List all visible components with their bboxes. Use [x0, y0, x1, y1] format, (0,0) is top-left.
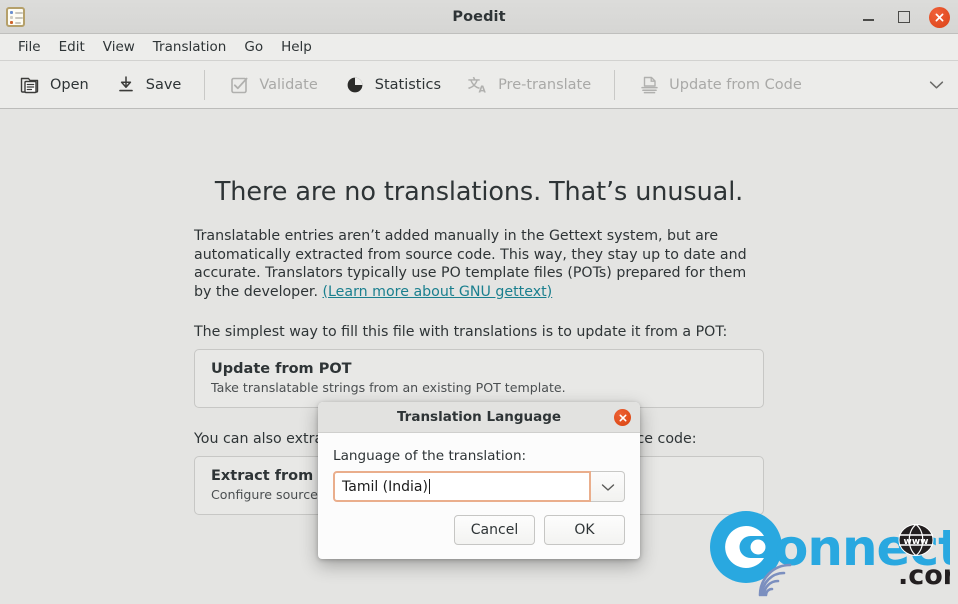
page-title: There are no translations. That’s unusua… [214, 177, 744, 207]
menu-item-help[interactable]: Help [272, 36, 321, 58]
pre-translate-button[interactable]: 文 A Pre-translate [454, 68, 604, 102]
chevron-down-icon [601, 477, 615, 496]
minimize-icon[interactable] [857, 6, 879, 28]
text-caret [428, 479, 430, 494]
update-from-code-button-label: Update from Code [669, 76, 802, 93]
chevron-down-icon [929, 75, 944, 94]
toolbar: Open Save Validate Statistics 文 A Pre-tr… [0, 61, 958, 109]
menu-bar: File Edit View Translation Go Help [0, 34, 958, 61]
window-title: Poedit [452, 8, 506, 25]
statistics-button[interactable]: Statistics [331, 68, 454, 102]
language-dropdown-button[interactable] [591, 471, 625, 502]
gnu-gettext-link[interactable]: (Learn more about GNU gettext) [322, 284, 552, 300]
title-bar: Poedit [0, 0, 958, 34]
language-combobox[interactable]: Tamil (India) [333, 471, 625, 502]
validate-button-label: Validate [259, 76, 318, 93]
dialog-actions: Cancel OK [318, 502, 640, 559]
translation-language-dialog: Translation Language Language of the tra… [318, 402, 640, 559]
menu-item-file[interactable]: File [9, 36, 50, 58]
menu-item-edit[interactable]: Edit [50, 36, 94, 58]
svg-text:.com: .com [898, 560, 950, 591]
ok-button[interactable]: OK [544, 515, 625, 545]
toolbar-overflow-button[interactable] [925, 69, 952, 100]
statistics-button-label: Statistics [374, 76, 442, 93]
poedit-window: Poedit File Edit View Translation Go Hel… [0, 0, 958, 604]
update-from-pot-subtitle: Take translatable strings from an existi… [211, 380, 566, 395]
pre-translate-button-label: Pre-translate [498, 76, 592, 93]
update-from-pot-title: Update from POT [211, 361, 352, 377]
pie-chart-icon [344, 74, 366, 96]
close-icon[interactable] [929, 6, 950, 28]
maximize-icon[interactable] [893, 6, 915, 28]
open-button-label: Open [50, 76, 89, 93]
close-icon[interactable] [614, 409, 631, 426]
menu-item-translation[interactable]: Translation [144, 36, 236, 58]
language-input-value: Tamil (India) [342, 478, 428, 495]
language-input[interactable]: Tamil (India) [333, 471, 591, 502]
save-button[interactable]: Save [102, 68, 195, 102]
window-controls [857, 0, 950, 34]
main-content: There are no translations. That’s unusua… [0, 109, 958, 603]
translate-icon: 文 A [467, 74, 489, 96]
menu-item-go[interactable]: Go [235, 36, 272, 58]
save-download-icon [115, 74, 137, 96]
svg-text:www: www [904, 537, 929, 547]
update-from-pot-card[interactable]: Update from POT Take translatable string… [194, 349, 764, 408]
connect-com-watermark: onnect www .com [702, 507, 958, 599]
update-from-code-button[interactable]: Update from Code [625, 68, 815, 102]
dialog-body: Language of the translation: Tamil (Indi… [318, 433, 640, 502]
dialog-title: Translation Language [396, 409, 562, 425]
cancel-button[interactable]: Cancel [454, 515, 535, 545]
update-code-icon [638, 74, 660, 96]
svg-text:A: A [479, 84, 487, 95]
dialog-header: Translation Language [318, 402, 640, 433]
toolbar-separator-2 [614, 69, 616, 100]
svg-text:onnect: onnect [774, 519, 950, 577]
menu-item-view[interactable]: View [94, 36, 144, 58]
save-button-label: Save [145, 76, 182, 93]
toolbar-separator-1 [204, 69, 206, 100]
intro-paragraph: Translatable entries aren’t added manual… [194, 227, 764, 301]
checklist-icon [228, 74, 250, 96]
folder-open-icon [19, 74, 41, 96]
validate-button[interactable]: Validate [215, 68, 330, 102]
open-button[interactable]: Open [6, 68, 102, 102]
lead-pot-text: The simplest way to fill this file with … [194, 324, 728, 340]
language-field-label: Language of the translation: [333, 448, 527, 464]
